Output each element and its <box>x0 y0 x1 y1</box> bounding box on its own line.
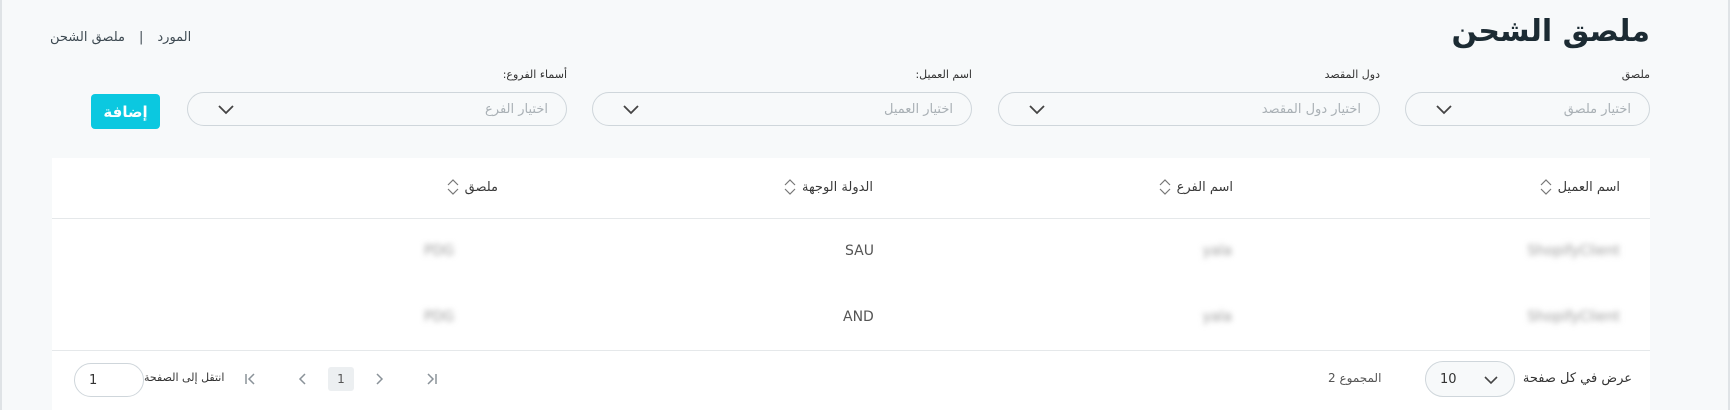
page-title: ملصق الشحن <box>1451 14 1650 49</box>
chevron-down-icon <box>623 105 639 115</box>
cell-label: PDG <box>424 309 455 325</box>
breadcrumb: المورد | ملصق الشحن <box>50 30 191 45</box>
sort-icon[interactable] <box>447 178 459 196</box>
destination-filter: دول المقصد اختيار دول المقصد <box>998 68 1380 128</box>
cell-destination-country: AND <box>843 309 874 325</box>
table-row[interactable]: ShopifyClient yala SAU PDG <box>52 219 1650 285</box>
cell-client-name: ShopifyClient <box>1527 309 1620 325</box>
pagination-bar: عرض في كل صفحة 10 المجموع 2 1 انتقل إلى … <box>52 350 1650 410</box>
first-page-icon <box>245 373 255 385</box>
column-label: الدولة الوجهة <box>801 179 873 195</box>
add-button[interactable]: إضافة <box>91 94 160 129</box>
sort-icon[interactable] <box>784 178 796 196</box>
label-filter: ملصق اختيار ملصق <box>1405 68 1650 128</box>
page-left-border <box>0 0 2 410</box>
branch-filter: أسماء الفروع: اختيار الفرع <box>187 68 567 128</box>
column-destination-country[interactable]: الدولة الوجهة <box>784 178 873 196</box>
cell-client-name: ShopifyClient <box>1527 243 1620 259</box>
chevron-down-icon <box>1436 105 1452 115</box>
label-filter-label: ملصق <box>1621 68 1650 81</box>
breadcrumb-item-current: ملصق الشحن <box>50 30 125 45</box>
first-page-button[interactable] <box>236 365 264 393</box>
column-label[interactable]: ملصق <box>447 178 498 196</box>
branch-filter-label: أسماء الفروع: <box>502 68 567 81</box>
client-filter-label: اسم العميل: <box>915 68 972 81</box>
cell-branch-name: yala <box>1202 243 1232 259</box>
label-filter-placeholder: اختيار ملصق <box>1563 101 1631 117</box>
table-header: اسم العميل اسم الفرع الدولة الوجهة ملصق <box>52 158 1650 219</box>
chevron-right-icon <box>376 373 384 385</box>
chevron-down-icon <box>1029 105 1045 115</box>
column-label: اسم العميل <box>1557 179 1620 195</box>
column-client-name[interactable]: اسم العميل <box>1540 178 1620 196</box>
destination-filter-label: دول المقصد <box>1324 68 1380 81</box>
per-page-select[interactable]: 10 <box>1425 361 1515 397</box>
chevron-down-icon <box>218 105 234 115</box>
current-page[interactable]: 1 <box>328 367 354 391</box>
column-branch-name[interactable]: اسم الفرع <box>1159 178 1233 196</box>
last-page-button[interactable] <box>418 365 446 393</box>
branch-filter-placeholder: اختيار الفرع <box>485 101 548 117</box>
table-row[interactable]: ShopifyClient yala AND PDG <box>52 285 1650 351</box>
sort-icon[interactable] <box>1540 178 1552 196</box>
destination-filter-placeholder: اختيار دول المقصد <box>1261 101 1361 117</box>
cell-destination-country: SAU <box>845 243 874 259</box>
chevron-left-icon <box>298 373 306 385</box>
column-label: اسم الفرع <box>1176 179 1233 195</box>
shipping-label-table: اسم العميل اسم الفرع الدولة الوجهة ملصق … <box>52 158 1650 410</box>
total-count: المجموع 2 <box>1328 371 1382 385</box>
breadcrumb-separator: | <box>138 30 144 45</box>
destination-filter-select[interactable]: اختيار دول المقصد <box>998 92 1380 126</box>
branch-filter-select[interactable]: اختيار الفرع <box>187 92 567 126</box>
last-page-icon <box>427 373 437 385</box>
column-label: ملصق <box>464 179 498 195</box>
next-page-button[interactable] <box>366 365 394 393</box>
breadcrumb-item-supplier[interactable]: المورد <box>157 30 191 45</box>
cell-label: PDG <box>424 243 455 259</box>
previous-page-button[interactable] <box>288 365 316 393</box>
client-filter-placeholder: اختيار العميل <box>884 101 953 117</box>
per-page-label: عرض في كل صفحة <box>1522 371 1632 386</box>
per-page-value: 10 <box>1440 371 1457 387</box>
goto-page-input[interactable] <box>74 363 144 397</box>
sort-icon[interactable] <box>1159 178 1171 196</box>
goto-page-label: انتقل إلى الصفحة <box>144 371 225 384</box>
label-filter-select[interactable]: اختيار ملصق <box>1405 92 1650 126</box>
cell-branch-name: yala <box>1202 309 1232 325</box>
client-filter: اسم العميل: اختيار العميل <box>592 68 972 128</box>
chevron-down-icon <box>1484 376 1498 385</box>
client-filter-select[interactable]: اختيار العميل <box>592 92 972 126</box>
